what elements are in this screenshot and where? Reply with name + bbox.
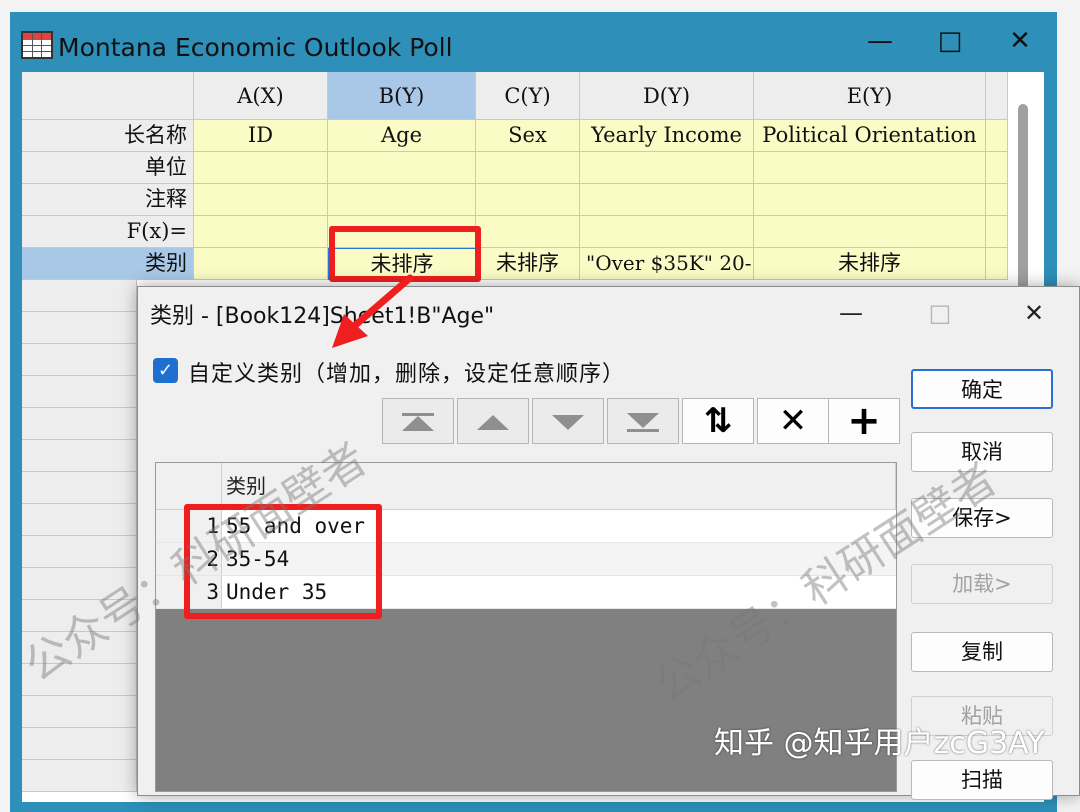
category-cell[interactable]: "Over $35K" 20-: [580, 248, 754, 280]
move-to-top-button[interactable]: [382, 398, 454, 444]
move-to-bottom-icon: [627, 413, 659, 428]
scan-button[interactable]: 扫描: [911, 760, 1053, 800]
custom-category-label[interactable]: 自定义类别（增加，删除，设定任意顺序）: [188, 356, 625, 388]
category-cell[interactable]: [194, 248, 328, 280]
row-header[interactable]: [22, 440, 137, 472]
dialog-maximize-button: □: [928, 299, 952, 327]
column-header-a[interactable]: A(X): [194, 72, 328, 120]
category-cell[interactable]: 未排序: [754, 248, 986, 280]
load-button[interactable]: 加载>: [911, 564, 1053, 604]
column-header-c[interactable]: C(Y): [476, 72, 580, 120]
row-header[interactable]: [22, 760, 137, 792]
column-header-d[interactable]: D(Y): [580, 72, 754, 120]
empty-cell[interactable]: [986, 216, 1008, 248]
column-header-extra: [986, 72, 1008, 120]
worksheet-icon: [21, 31, 53, 59]
category-cell[interactable]: 未排序: [476, 248, 580, 280]
empty-cell[interactable]: [754, 152, 986, 184]
column-header-b[interactable]: B(Y): [328, 72, 476, 120]
row-header[interactable]: [22, 280, 137, 312]
sort-button[interactable]: ⇅: [682, 398, 754, 444]
close-button[interactable]: ✕: [993, 22, 1047, 60]
empty-cell[interactable]: [580, 216, 754, 248]
row-header[interactable]: [22, 536, 137, 568]
empty-cell[interactable]: [580, 184, 754, 216]
move-up-icon: [477, 415, 509, 430]
long-name-cell[interactable]: Sex: [476, 120, 580, 152]
row-header[interactable]: [22, 344, 137, 376]
column-header-e[interactable]: E(Y): [754, 72, 986, 120]
row-header[interactable]: [22, 472, 137, 504]
empty-cell[interactable]: [328, 184, 476, 216]
row-header[interactable]: [22, 312, 137, 344]
long-name-cell[interactable]: ID: [194, 120, 328, 152]
custom-category-checkbox[interactable]: ✓: [153, 358, 178, 383]
ok-button[interactable]: 确定: [911, 369, 1053, 409]
empty-cell[interactable]: [986, 152, 1008, 184]
row-label-comments[interactable]: 注释: [22, 184, 194, 216]
add-button[interactable]: +: [828, 398, 900, 444]
minimize-button[interactable]: —: [853, 22, 907, 60]
empty-cell[interactable]: [986, 248, 1008, 280]
long-name-cell[interactable]: Yearly Income: [580, 120, 754, 152]
move-up-button[interactable]: [457, 398, 529, 444]
empty-cell[interactable]: [754, 216, 986, 248]
empty-cell[interactable]: [580, 152, 754, 184]
empty-cell[interactable]: [476, 216, 580, 248]
row-header[interactable]: [22, 696, 137, 728]
corner-cell[interactable]: [22, 72, 194, 120]
empty-cell[interactable]: [986, 120, 1008, 152]
row-header[interactable]: [22, 728, 137, 760]
long-name-cell[interactable]: Political Orientation: [754, 120, 986, 152]
row-label-categories[interactable]: 类别: [22, 248, 194, 280]
dialog-close-button[interactable]: ✕: [1009, 296, 1059, 330]
row-label-formula[interactable]: F(x)=: [22, 216, 194, 248]
red-arrow-icon: [332, 274, 414, 348]
move-down-icon: [552, 415, 584, 430]
empty-cell[interactable]: [476, 152, 580, 184]
move-to-bottom-button[interactable]: [607, 398, 679, 444]
maximize-button[interactable]: □: [923, 22, 977, 60]
dialog-minimize-button[interactable]: —: [826, 296, 876, 330]
long-name-cell[interactable]: Age: [328, 120, 476, 152]
row-label-long-name[interactable]: 长名称: [22, 120, 194, 152]
list-corner: [156, 463, 222, 510]
empty-cell[interactable]: [194, 216, 328, 248]
watermark-zhihu: 知乎 @知乎用户zcG3AY: [714, 726, 1045, 761]
delete-icon: ✕: [778, 401, 808, 441]
delete-button[interactable]: ✕: [757, 398, 829, 444]
empty-cell[interactable]: [328, 152, 476, 184]
row-label-units[interactable]: 单位: [22, 152, 194, 184]
empty-cell[interactable]: [754, 184, 986, 216]
workbook-title: Montana Economic Outlook Poll: [58, 33, 453, 62]
empty-cell[interactable]: [476, 184, 580, 216]
add-icon: +: [847, 398, 881, 444]
row-header[interactable]: [22, 408, 137, 440]
empty-cell[interactable]: [986, 184, 1008, 216]
empty-cell[interactable]: [194, 184, 328, 216]
empty-cell[interactable]: [194, 152, 328, 184]
row-header[interactable]: [22, 504, 137, 536]
sort-icon: ⇅: [703, 401, 733, 441]
row-header[interactable]: [22, 376, 137, 408]
copy-button[interactable]: 复制: [911, 632, 1053, 672]
move-down-button[interactable]: [532, 398, 604, 444]
